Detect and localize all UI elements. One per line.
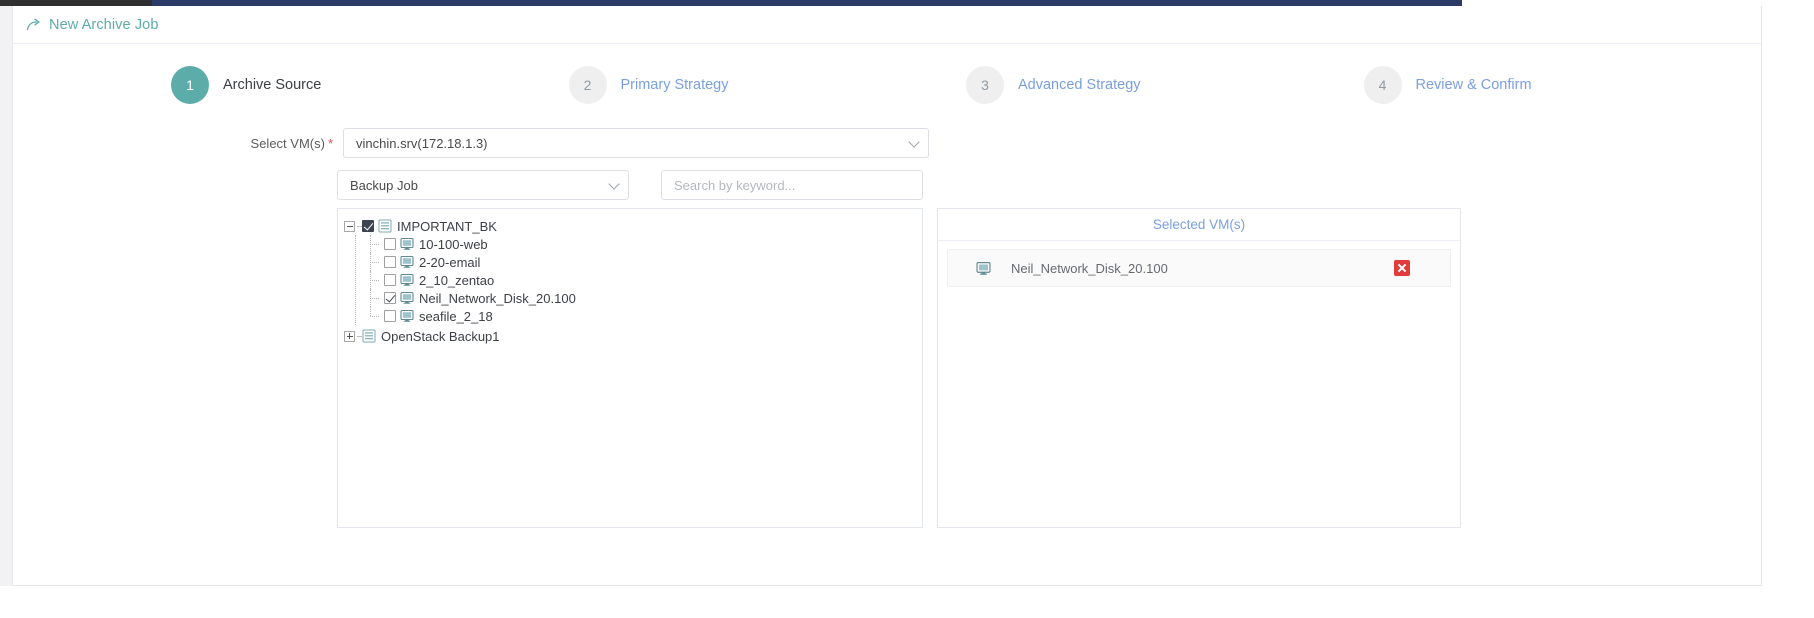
step-number-1: 1 [171, 66, 209, 104]
wizard-stepper: 1 Archive Source 2 Primary Strategy 3 Ad… [171, 44, 1761, 118]
tree-checkbox-important-bk[interactable] [362, 220, 374, 232]
tree-node-vm[interactable]: 2_10_zentao [368, 271, 922, 289]
selected-vm-name: Neil_Network_Disk_20.100 [1011, 260, 1168, 276]
remove-selected-vm-button[interactable] [1394, 260, 1410, 276]
tree-indent-guide [355, 235, 356, 325]
tree-node-vm[interactable]: Neil_Network_Disk_20.100 [368, 289, 922, 307]
tree-label-openstack-backup1: OpenStack Backup1 [381, 328, 500, 344]
tree-checkbox-neil-network-disk[interactable] [384, 292, 396, 304]
tree-checkbox-seafile-2-18[interactable] [384, 310, 396, 322]
tree-connector [368, 289, 384, 307]
step-label-3: Advanced Strategy [1018, 77, 1141, 93]
expand-plus-icon[interactable] [344, 330, 355, 342]
tree-label-vm: 10-100-web [419, 236, 488, 252]
archive-source-form: Select VM(s) * vinchin.srv(172.18.1.3) Ba… [13, 128, 1761, 528]
vm-tree: IMPORTANT_BK 10-100-web 2-20-email 2_10_… [344, 217, 922, 345]
page-header: New Archive Job [13, 6, 1761, 44]
vm-icon [400, 291, 414, 305]
tree-node-vm[interactable]: 10-100-web [368, 235, 922, 253]
step-number-3: 3 [966, 66, 1004, 104]
chevron-down-icon [610, 182, 618, 190]
vm-icon [400, 273, 414, 287]
step-primary-strategy[interactable]: 2 Primary Strategy [568, 66, 967, 104]
tree-connector [368, 235, 384, 253]
bottom-blank-rail [0, 586, 1814, 618]
selected-vms-list: Neil_Network_Disk_20.100 [938, 241, 1460, 287]
tree-label-important-bk: IMPORTANT_BK [397, 218, 497, 234]
tree-connector [368, 253, 384, 271]
tree-node-root[interactable]: IMPORTANT_BK [344, 217, 922, 235]
tree-label-vm: seafile_2_18 [419, 308, 493, 324]
step-label-4: Review & Confirm [1415, 77, 1532, 93]
tree-checkbox-2-10-zentao[interactable] [384, 274, 396, 286]
share-arrow-icon [25, 16, 43, 34]
source-panels: IMPORTANT_BK 10-100-web 2-20-email 2_10_… [337, 208, 1761, 528]
vm-tree-panel[interactable]: IMPORTANT_BK 10-100-web 2-20-email 2_10_… [337, 208, 923, 528]
job-type-select-value: Backup Job [350, 177, 418, 193]
selected-vms-title: Selected VM(s) [938, 209, 1460, 241]
chevron-down-icon [910, 140, 918, 148]
selected-vms-panel: Selected VM(s) Neil_Network_Disk_20.100 [937, 208, 1461, 528]
select-vms-row: Select VM(s) * vinchin.srv(172.18.1.3) [13, 128, 1761, 158]
archive-job-card: New Archive Job 1 Archive Source 2 Prima… [12, 6, 1762, 586]
tree-label-vm: Neil_Network_Disk_20.100 [419, 290, 576, 306]
page-title: New Archive Job [49, 16, 159, 33]
host-select[interactable]: vinchin.srv(172.18.1.3) [343, 128, 929, 158]
tree-label-vm: 2-20-email [419, 254, 481, 270]
list-icon [362, 329, 376, 343]
step-advanced-strategy[interactable]: 3 Advanced Strategy [966, 66, 1364, 104]
job-type-select[interactable]: Backup Job [337, 170, 629, 200]
tree-checkbox-10-100-web[interactable] [384, 238, 396, 250]
tree-label-vm: 2_10_zentao [419, 272, 495, 288]
tree-filter-row: Backup Job [337, 170, 1761, 200]
right-blank-rail [1762, 0, 1814, 618]
tree-node-vm[interactable]: 2-20-email [368, 253, 922, 271]
required-marker: * [327, 135, 333, 151]
step-archive-source[interactable]: 1 Archive Source [171, 66, 569, 104]
tree-node-vm[interactable]: seafile_2_18 [368, 307, 922, 325]
tree-connector [368, 271, 384, 289]
select-vms-label: Select VM(s) * [13, 136, 343, 151]
vm-icon [400, 237, 414, 251]
vm-icon [400, 309, 414, 323]
select-vms-label-text: Select VM(s) [250, 135, 325, 151]
app-screen: New Archive Job 1 Archive Source 2 Prima… [0, 0, 1814, 618]
step-label-2: Primary Strategy [620, 77, 729, 93]
vm-icon [400, 255, 414, 269]
list-icon [378, 219, 392, 233]
step-number-2: 2 [568, 66, 607, 104]
search-input[interactable] [661, 170, 923, 200]
tree-checkbox-2-20-email[interactable] [384, 256, 396, 268]
collapse-minus-icon[interactable] [344, 220, 355, 232]
step-number-4: 4 [1363, 66, 1402, 104]
step-label-1: Archive Source [223, 77, 322, 93]
tree-connector [368, 307, 384, 325]
tree-node-openstack-backup1[interactable]: OpenStack Backup1 [344, 327, 922, 345]
vm-icon [976, 261, 991, 275]
host-select-value: vinchin.srv(172.18.1.3) [356, 135, 488, 151]
selected-vm-item[interactable]: Neil_Network_Disk_20.100 [947, 249, 1451, 287]
step-review-confirm[interactable]: 4 Review & Confirm [1363, 66, 1762, 104]
tree-group-important-bk: IMPORTANT_BK 10-100-web 2-20-email 2_10_… [344, 217, 922, 325]
